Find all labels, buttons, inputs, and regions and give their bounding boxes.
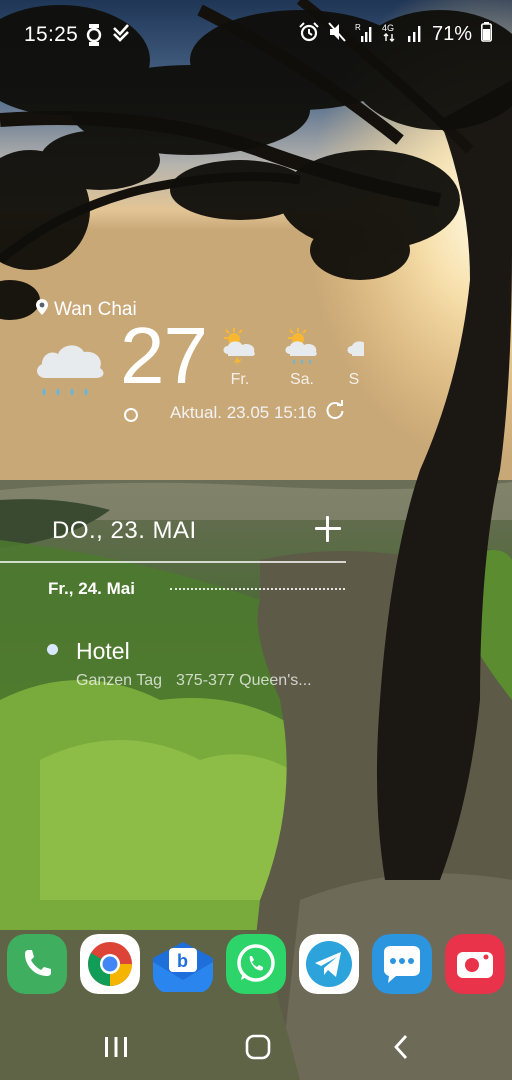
check-notification-icon <box>112 24 130 51</box>
weather-forecast: Fr. Sa. S <box>220 326 364 389</box>
status-time: 15:25 <box>24 23 79 46</box>
status-bar: 15:25 R 4G 71% <box>0 0 512 68</box>
forecast-day-label: Sa. <box>289 371 314 388</box>
forecast-day-label: S <box>348 371 360 388</box>
add-event-button[interactable] <box>312 513 344 545</box>
forecast-day: Fr. <box>220 326 260 389</box>
home-icon[interactable] <box>238 1032 278 1062</box>
forecast-day-label: Fr. <box>230 371 250 388</box>
battery-percent: 71% <box>431 23 472 45</box>
calendar-dotted-divider <box>170 588 345 590</box>
event-color-dot <box>47 644 58 655</box>
calendar-divider <box>0 561 346 563</box>
svg-text:4G: 4G <box>382 23 394 33</box>
current-temperature: 27 <box>120 311 208 400</box>
chrome-app-icon[interactable] <box>80 934 140 994</box>
forecast-day: S <box>344 326 364 389</box>
back-icon[interactable] <box>382 1032 422 1062</box>
event-title[interactable]: Hotel <box>76 638 130 665</box>
updated-text: Aktual. 23.05 15:16 <box>170 402 317 422</box>
degree-symbol <box>124 408 138 422</box>
app-dock: b <box>0 922 512 1006</box>
sun-cloud-rain-icon <box>282 328 322 370</box>
network-4g-icon: 4G <box>382 22 398 47</box>
battery-icon <box>481 22 492 47</box>
svg-text:R: R <box>355 23 361 32</box>
sun-thunder-icon <box>220 328 260 370</box>
calendar-widget[interactable]: DO., 23. MAI Fr., 24. Mai Hotel Ganzen T… <box>0 505 512 705</box>
recents-icon[interactable] <box>96 1032 136 1062</box>
bluemail-app-icon[interactable]: b <box>153 934 213 994</box>
event-details[interactable]: Ganzen Tag 375-377 Queen's... <box>76 672 332 690</box>
cloud-icon <box>344 341 364 370</box>
weather-updated: Aktual. 23.05 15:16 <box>170 400 345 425</box>
forecast-day: Sa. <box>282 326 322 389</box>
event-location: 375-377 Queen's... <box>176 672 312 689</box>
refresh-icon[interactable] <box>325 400 345 425</box>
alarm-icon <box>299 22 319 47</box>
whatsapp-app-icon[interactable] <box>226 934 286 994</box>
signal-icon <box>407 22 423 47</box>
messages-app-icon[interactable] <box>372 934 432 994</box>
calendar-date-header[interactable]: DO., 23. MAI <box>52 517 197 545</box>
event-time: Ganzen Tag <box>76 672 162 689</box>
cloud-rain-icon <box>32 338 106 407</box>
telegram-app-icon[interactable] <box>299 934 359 994</box>
location-pin-icon <box>36 299 48 321</box>
signal-r-icon: R <box>355 22 373 47</box>
phone-app-icon[interactable] <box>7 934 67 994</box>
mute-icon <box>328 22 346 47</box>
calendar-next-day: Fr., 24. Mai <box>48 579 135 598</box>
navigation-bar <box>0 1012 512 1080</box>
watch-icon <box>86 24 102 51</box>
screen-recorder-app-icon[interactable] <box>445 934 505 994</box>
svg-text:b: b <box>177 951 188 971</box>
weather-widget[interactable]: Wan Chai 27 Fr. Sa. S Aktual. 23.05 15:1… <box>0 296 512 436</box>
